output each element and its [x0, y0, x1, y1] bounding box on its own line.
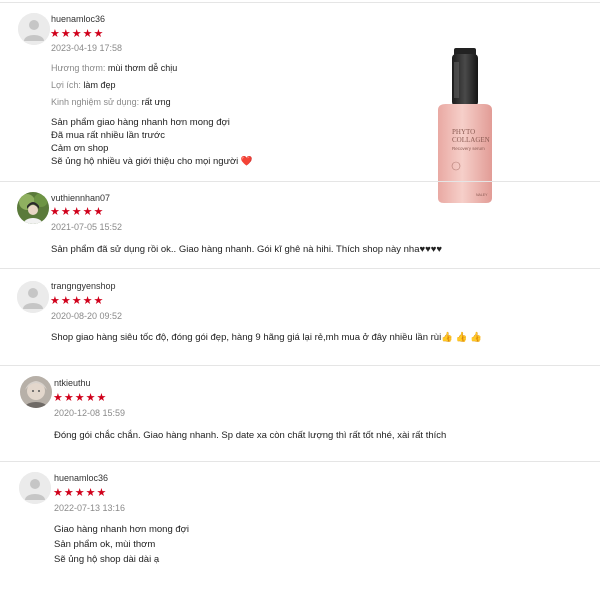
review-text-line: Đóng gói chắc chắn. Giao hàng nhanh. Sp … — [54, 430, 447, 441]
review-divider — [0, 461, 600, 462]
review-date: 2020-08-20 09:52 — [51, 311, 123, 321]
avatar[interactable] — [18, 13, 50, 45]
star-rating: ★★★★★ — [50, 295, 105, 307]
user-photo-icon — [20, 376, 52, 408]
attribute-fragrance: Hương thơm: mùi thơm dễ chịu — [51, 63, 177, 73]
review-text-line: Sản phẩm đã sử dụng rồi ok.. Giao hàng n… — [51, 244, 443, 255]
svg-text:NALEY: NALEY — [476, 193, 488, 197]
review-divider — [0, 181, 600, 182]
top-divider — [0, 2, 600, 3]
review-divider — [0, 268, 600, 269]
review-date: 2023-04-19 17:58 — [51, 43, 123, 53]
review-product-photo[interactable]: PHYTO COLLAGEN Recovery serum NALEY — [428, 46, 498, 206]
star-rating: ★★★★★ — [53, 487, 108, 499]
review-text-line: Giao hàng nhanh hơn mong đợi — [54, 524, 189, 535]
review-text-line: Sản phẩm ok, mùi thơm — [54, 539, 156, 550]
svg-text:Recovery serum: Recovery serum — [452, 146, 485, 151]
product-brand-text: PHYTO — [452, 128, 475, 136]
review-username[interactable]: huenamloc36 — [54, 473, 108, 483]
avatar[interactable] — [19, 472, 51, 504]
review-username[interactable]: huenamloc36 — [51, 14, 105, 24]
review-text-line: Đã mua rất nhiều lần trước — [51, 130, 165, 141]
review-text-line: Cảm ơn shop — [51, 143, 109, 154]
star-rating: ★★★★★ — [53, 392, 108, 404]
review-divider — [0, 365, 600, 366]
svg-text:COLLAGEN: COLLAGEN — [452, 136, 490, 144]
review-username[interactable]: ntkieuthu — [54, 378, 91, 388]
attribute-label: Lợi ích: — [51, 80, 81, 90]
user-photo-icon — [17, 192, 49, 224]
review-username[interactable]: vuthiennhan07 — [51, 193, 110, 203]
review-text-line: Shop giao hàng siêu tốc độ, đóng gói đẹp… — [51, 332, 482, 343]
user-silhouette-icon — [17, 281, 49, 313]
attribute-value: mùi thơm dễ chịu — [107, 63, 178, 73]
review-text-line: Sẽ ủng hộ nhiều và giới thiệu cho mọi ng… — [51, 156, 253, 167]
avatar[interactable] — [20, 376, 52, 408]
serum-bottle-image: PHYTO COLLAGEN Recovery serum NALEY — [438, 48, 492, 203]
attribute-value: rất ưng — [141, 97, 171, 107]
attribute-value: làm đẹp — [83, 80, 116, 90]
review-date: 2020-12-08 15:59 — [54, 408, 126, 418]
attribute-label: Kinh nghiệm sử dụng: — [51, 97, 140, 107]
attribute-benefit: Lợi ích: làm đẹp — [51, 80, 115, 90]
review-username[interactable]: trangngyenshop — [51, 281, 116, 291]
review-text-line: Sẽ ủng hộ shop dài dài ạ — [54, 554, 160, 565]
user-silhouette-icon — [19, 472, 51, 504]
attribute-label: Hương thơm: — [51, 63, 106, 73]
review-date: 2022-07-13 13:16 — [54, 503, 126, 513]
attribute-experience: Kinh nghiệm sử dụng: rất ưng — [51, 97, 171, 107]
star-rating: ★★★★★ — [50, 206, 105, 218]
review-date: 2021-07-05 15:52 — [51, 222, 123, 232]
avatar[interactable] — [17, 192, 49, 224]
user-silhouette-icon — [18, 13, 50, 45]
review-text-line: Sản phẩm giao hàng nhanh hơn mong đợi — [51, 117, 230, 128]
avatar[interactable] — [17, 281, 49, 313]
star-rating: ★★★★★ — [50, 28, 105, 40]
